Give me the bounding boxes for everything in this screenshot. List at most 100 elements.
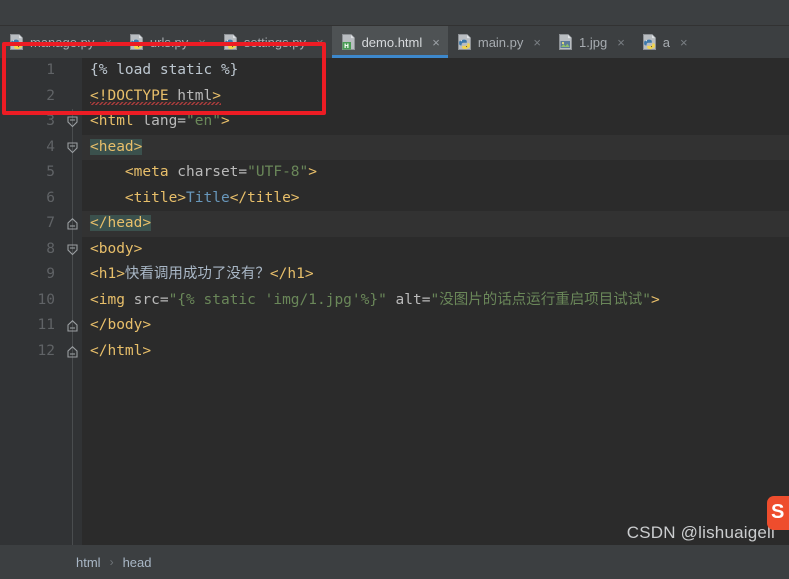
code-token: <head>	[90, 138, 143, 155]
code-token: "没图片的话点运行重启项目试试"	[430, 291, 651, 308]
code-token: charset=	[168, 164, 248, 180]
shopee-badge-glyph: S	[771, 501, 785, 523]
code-token: <meta	[124, 164, 169, 180]
code-token: >	[650, 291, 660, 308]
code-line[interactable]: {% load static %}	[82, 58, 789, 84]
line-number: 3	[46, 113, 55, 129]
code-line[interactable]: </html>	[82, 339, 789, 365]
tab-close-icon[interactable]: ×	[197, 36, 207, 49]
tab-label: manage.py	[30, 34, 95, 50]
line-number: 1	[46, 62, 55, 78]
tab-urls-py[interactable]: urls.py ×	[120, 26, 214, 58]
editor-tab-bar[interactable]: manage.py × urls.py × settings.py × Hdemo.html…	[0, 26, 789, 58]
line-number: 7	[46, 215, 55, 231]
tab-main-py[interactable]: main.py ×	[448, 26, 549, 58]
breadcrumb-item-html[interactable]: html	[76, 555, 101, 570]
tab-label: a	[662, 34, 671, 50]
python-file-icon	[129, 34, 144, 50]
code-line[interactable]: <meta charset="UTF-8">	[82, 160, 789, 186]
svg-text:H: H	[344, 43, 349, 50]
code-token: <html	[90, 113, 134, 129]
watermark-text: CSDN @lishuaigell	[626, 523, 775, 542]
code-token: 快看调用成功了没有？	[124, 266, 270, 282]
code-token: html	[168, 87, 213, 104]
fold-open-icon[interactable]	[66, 109, 79, 135]
tab-label: settings.py	[243, 34, 306, 50]
breadcrumb-separator-icon: ›	[109, 555, 114, 569]
fold-close-icon[interactable]	[66, 313, 79, 339]
breadcrumb[interactable]: html › head	[0, 545, 789, 579]
code-token: <h1>	[90, 266, 125, 282]
code-token: lang=	[133, 113, 187, 129]
line-number: 8	[46, 240, 55, 257]
tab-label: main.py	[477, 34, 524, 50]
tab-demo-html[interactable]: Hdemo.html ×	[331, 26, 449, 58]
code-line[interactable]: <head>	[82, 134, 789, 160]
code-fold-column[interactable]	[64, 58, 82, 545]
code-token: Title	[186, 189, 230, 206]
line-number: 9	[46, 266, 55, 282]
window-top-strip	[0, 0, 789, 26]
tab-close-icon[interactable]: ×	[431, 36, 441, 49]
fold-close-icon[interactable]	[66, 339, 79, 365]
code-token: <body>	[90, 240, 143, 257]
python-file-icon	[457, 34, 472, 50]
code-token: "en"	[186, 113, 221, 129]
python-file-icon	[223, 34, 238, 50]
code-token: "UTF-8"	[247, 164, 309, 180]
tab-close-icon[interactable]: ×	[532, 36, 542, 49]
tab-a[interactable]: a ×	[633, 26, 696, 58]
code-token: <!	[90, 87, 108, 104]
tab-label: demo.html	[361, 34, 423, 50]
fold-open-icon[interactable]	[66, 237, 79, 263]
code-token: </h1>	[269, 266, 314, 282]
code-line[interactable]: <img src="{% static 'img/1.jpg'%}" alt="…	[82, 288, 789, 314]
code-token: </head>	[90, 215, 152, 231]
code-token: <img	[90, 291, 125, 308]
python-file-icon	[642, 34, 657, 50]
line-number: 4	[46, 138, 55, 155]
breadcrumb-item-head[interactable]: head	[123, 555, 152, 570]
tab-1-jpg[interactable]: 1.jpg ×	[549, 26, 633, 58]
code-token: </title>	[229, 189, 300, 206]
code-line[interactable]: <title>Title</title>	[82, 186, 789, 212]
code-token: >	[212, 87, 221, 104]
fold-close-icon[interactable]	[66, 211, 79, 237]
tab-close-icon[interactable]: ×	[315, 36, 325, 49]
ide-window: manage.py × urls.py × settings.py × Hdemo.html…	[0, 0, 789, 579]
code-line[interactable]: </head>	[82, 211, 789, 237]
tab-manage-py[interactable]: manage.py ×	[0, 26, 120, 58]
fold-open-icon[interactable]	[66, 135, 79, 161]
line-number-gutter: 1 2 3 4 5 6 7 8 9 10 11 12	[0, 58, 64, 545]
tab-close-icon[interactable]: ×	[679, 36, 689, 49]
line-number: 5	[46, 164, 55, 180]
tab-close-icon[interactable]: ×	[616, 36, 626, 49]
code-token: <title>	[124, 189, 187, 206]
code-editor[interactable]: 1 2 3 4 5 6 7 8 9 10 11 12 {% load static %} <!DOCTY…	[0, 58, 789, 545]
image-file-icon	[558, 34, 573, 50]
code-token: >	[308, 164, 317, 180]
line-number: 6	[46, 189, 55, 206]
code-token: alt=	[386, 291, 431, 308]
code-token: >	[220, 113, 230, 129]
shopee-badge[interactable]: S	[767, 496, 789, 530]
code-token: src=	[124, 291, 169, 308]
code-token: {% load static %}	[90, 62, 239, 78]
code-line[interactable]: </body>	[82, 313, 789, 339]
line-number: 12	[37, 342, 55, 359]
code-token: </html>	[90, 342, 152, 359]
code-line[interactable]: <h1>快看调用成功了没有？</h1>	[82, 262, 789, 288]
line-number: 2	[46, 87, 55, 104]
code-line[interactable]: <!DOCTYPE html>	[82, 84, 789, 110]
tab-settings-py[interactable]: settings.py ×	[214, 26, 332, 58]
tab-close-icon[interactable]: ×	[103, 36, 113, 49]
code-line[interactable]: <html lang="en">	[82, 109, 789, 135]
html-file-icon: H	[341, 34, 356, 50]
code-token: </body>	[90, 317, 152, 333]
code-text-area[interactable]: {% load static %} <!DOCTYPE html> <html la…	[82, 58, 789, 545]
code-token: DOCTYPE	[107, 87, 169, 104]
tab-label: urls.py	[149, 34, 189, 50]
code-line[interactable]: <body>	[82, 237, 789, 263]
